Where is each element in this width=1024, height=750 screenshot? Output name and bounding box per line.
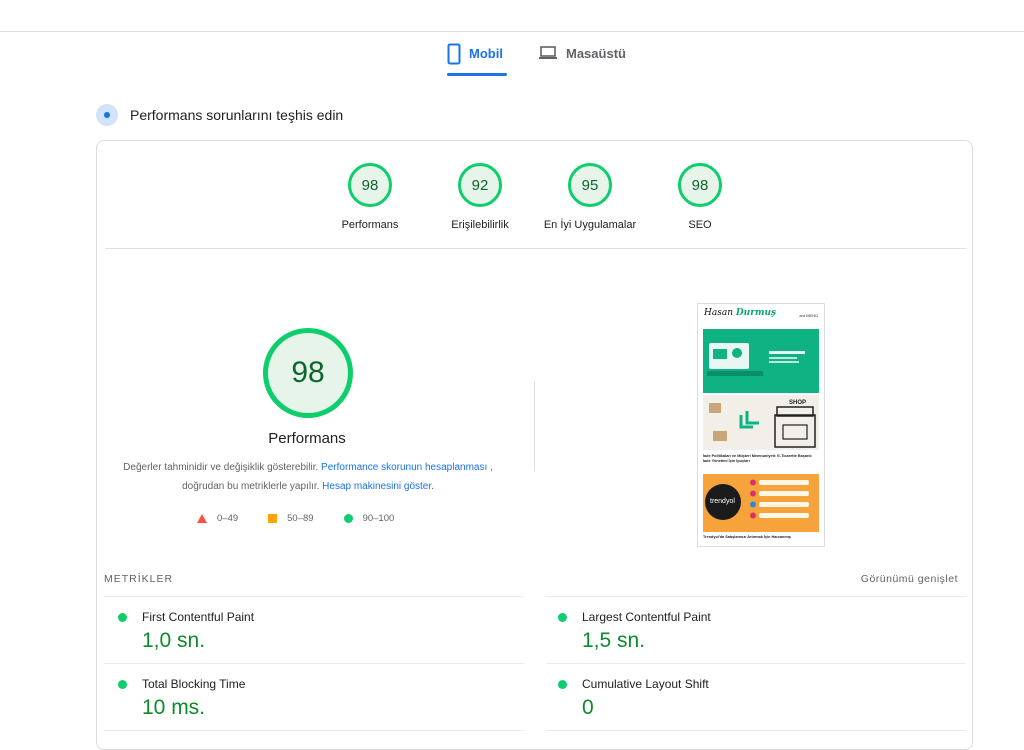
score-gauge: 95 xyxy=(568,163,612,207)
metric-value: 1,0 sn. xyxy=(142,629,206,652)
metric-name: First Contentful Paint xyxy=(142,610,255,624)
metric-divider xyxy=(104,596,524,597)
metric-value: 10 ms. xyxy=(142,696,206,719)
active-tab-indicator xyxy=(447,73,507,76)
legend-range: 50–89 xyxy=(287,513,314,524)
vertical-divider xyxy=(534,381,535,471)
site-logo: Hasan Durmuş xyxy=(704,308,777,318)
legend-average: 50–89 xyxy=(268,513,314,524)
tab-mobile-label: Mobil xyxy=(469,46,503,61)
article-footer: Trendyol'da Satışlarınızı Artırmak İçin … xyxy=(703,535,791,539)
tab-mobile[interactable]: Mobil xyxy=(447,43,507,77)
shop-sign: SHOP xyxy=(789,400,807,406)
category-scores: 98 Performans 92 Erişilebilirlik 95 En İ… xyxy=(97,163,974,253)
performance-label: Performans xyxy=(268,430,346,447)
metric-name: Total Blocking Time xyxy=(142,677,246,691)
diagnose-header: Performans sorunlarını teşhis edin xyxy=(96,104,343,126)
legend-pass: 90–100 xyxy=(343,513,395,524)
pass-circle-icon xyxy=(558,680,567,689)
category-best-practices[interactable]: 95 En İyi Uygulamalar xyxy=(535,163,645,231)
metric-name: Largest Contentful Paint xyxy=(582,610,711,624)
triangle-icon xyxy=(197,514,207,523)
article-title: İade Politikaları ve Müşteri Memnuniyeti… xyxy=(703,454,812,463)
metric-value: 1,5 sn. xyxy=(582,629,646,652)
category-label: Performans xyxy=(341,219,399,231)
score-calculation-link[interactable]: Performance skorunun hesaplanması xyxy=(321,462,487,473)
square-icon xyxy=(268,514,278,523)
calculator-link[interactable]: Hesap makinesini göster. xyxy=(322,481,434,492)
expand-view-toggle[interactable]: Görünümü genişlet xyxy=(861,573,958,585)
legend-range: 0–49 xyxy=(217,513,239,524)
category-accessibility[interactable]: 92 Erişilebilirlik xyxy=(425,163,535,231)
metric-value: 0 xyxy=(582,696,594,719)
score-legend: 0–49 50–89 90–100 xyxy=(197,513,437,524)
metrics-heading: METRİKLER xyxy=(104,573,174,585)
tab-desktop[interactable]: Masaüstü xyxy=(538,43,626,77)
pass-circle-icon xyxy=(118,613,127,622)
performance-icon xyxy=(96,104,118,126)
scores-divider xyxy=(105,248,966,249)
metric-divider xyxy=(104,663,524,664)
category-label: SEO xyxy=(688,219,712,231)
device-tabs: Mobil Masaüstü xyxy=(0,43,1024,77)
pass-circle-icon xyxy=(118,680,127,689)
score-gauge: 98 xyxy=(678,163,722,207)
screenshot-header: Hasan Durmuş ara MENÜ xyxy=(698,304,824,329)
description-text: Değerler tahminidir ve değişiklik göster… xyxy=(123,462,319,473)
performance-gauge: 98 xyxy=(263,328,353,418)
trendyol-banner: trendyol xyxy=(703,474,819,532)
metric-divider xyxy=(546,663,966,664)
diagnose-title: Performans sorunlarını teşhis edin xyxy=(130,107,344,123)
page-screenshot: Hasan Durmuş ara MENÜ SHOP İade Politika… xyxy=(697,303,825,547)
metric-name: Cumulative Layout Shift xyxy=(582,677,709,691)
trendyol-logo: trendyol xyxy=(710,498,735,505)
laptop-icon xyxy=(538,43,558,61)
phone-icon xyxy=(447,43,461,65)
legend-fail: 0–49 xyxy=(197,513,238,524)
hero-banner xyxy=(703,329,819,393)
pass-circle-icon xyxy=(558,613,567,622)
score-gauge: 98 xyxy=(348,163,392,207)
score-gauge: 92 xyxy=(458,163,502,207)
legend-range: 90–100 xyxy=(362,513,395,524)
tab-desktop-label: Masaüstü xyxy=(566,46,626,61)
metric-divider xyxy=(546,596,966,597)
category-label: Erişilebilirlik xyxy=(451,219,509,231)
site-menu: ara MENÜ xyxy=(799,313,818,318)
performance-description: Değerler tahminidir ve değişiklik göster… xyxy=(109,458,507,496)
category-performance[interactable]: 98 Performans xyxy=(315,163,425,231)
metric-divider xyxy=(104,730,524,731)
top-divider xyxy=(0,31,1024,32)
report-card: 98 Performans 92 Erişilebilirlik 95 En İ… xyxy=(96,140,973,750)
metric-divider xyxy=(546,730,966,731)
category-label: En İyi Uygulamalar xyxy=(543,219,637,231)
shop-image: SHOP xyxy=(703,395,819,450)
circle-icon xyxy=(343,514,353,523)
category-seo[interactable]: 98 SEO xyxy=(645,163,755,231)
